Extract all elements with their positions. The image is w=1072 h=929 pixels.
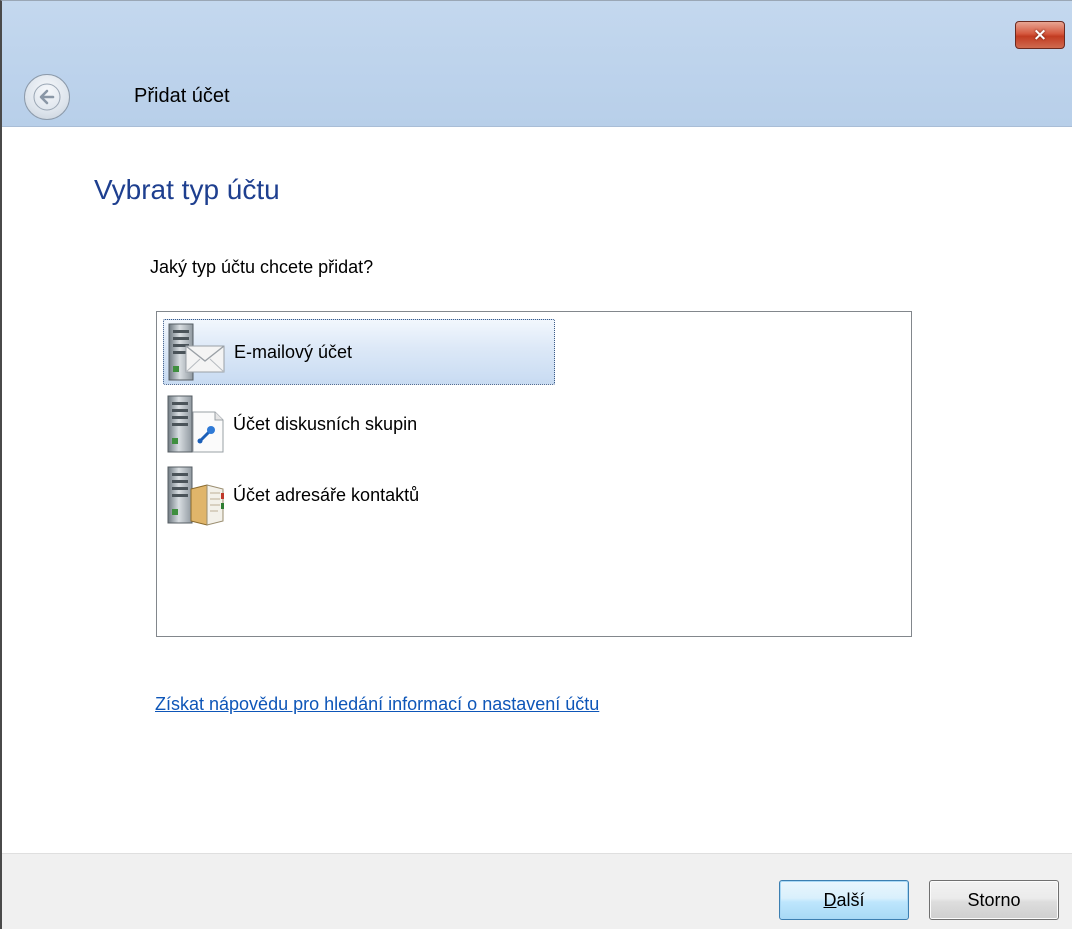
next-button[interactable]: Další — [779, 880, 909, 920]
mail-server-icon — [164, 320, 228, 384]
back-button[interactable] — [24, 74, 70, 120]
back-arrow-icon — [33, 83, 61, 111]
cancel-button[interactable]: Storno — [929, 880, 1059, 920]
list-item-directory-account[interactable]: Účet adresáře kontaktů — [163, 462, 419, 528]
account-type-question: Jaký typ účtu chcete přidat? — [150, 257, 374, 277]
close-icon: × — [1032, 24, 1048, 45]
window-title: Přidat účet — [134, 85, 230, 107]
page-heading: Vybrat typ účtu — [94, 174, 280, 205]
title-band: × Přidat účet — [2, 1, 1072, 127]
account-settings-help-link[interactable]: Získat nápovědu pro hledání informací o … — [155, 694, 599, 715]
list-item-label: Účet diskusních skupin — [233, 413, 418, 434]
next-button-accelerator: D — [823, 889, 837, 910]
close-button[interactable]: × — [1015, 21, 1065, 49]
button-bar: Další Storno — [2, 853, 1072, 929]
add-account-dialog: × Přidat účet Vybrat typ účtu Jaký typ ú… — [0, 0, 1072, 929]
directory-server-icon — [163, 463, 227, 527]
next-button-label: alší — [836, 889, 865, 910]
list-item-label: Účet adresáře kontaktů — [233, 484, 420, 505]
account-type-list[interactable]: E-mailový účet Účet diskusních skupin Úč… — [156, 311, 912, 637]
newsgroup-server-icon — [163, 392, 227, 456]
list-item-email-account[interactable]: E-mailový účet — [163, 319, 555, 385]
list-item-newsgroup-account[interactable]: Účet diskusních skupin — [163, 391, 417, 457]
list-item-label: E-mailový účet — [234, 341, 353, 362]
